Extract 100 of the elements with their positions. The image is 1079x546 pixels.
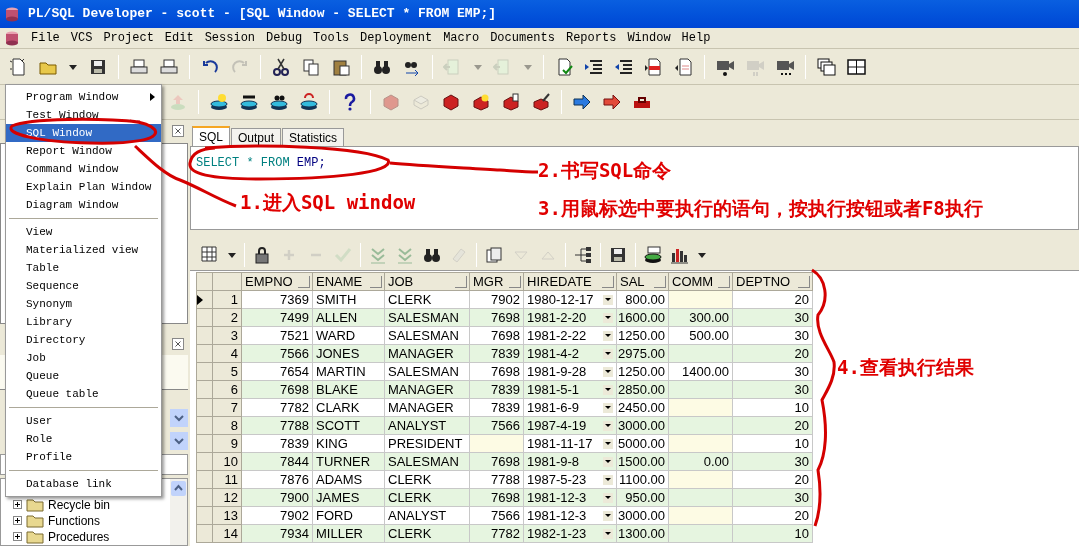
cascade-windows-icon[interactable] [816,56,836,77]
expand-icon[interactable] [13,500,22,510]
editor-tab[interactable]: Output [231,128,282,146]
database-query-icon[interactable] [643,245,663,265]
column-filter-button[interactable] [654,275,666,288]
table-cell: SALESMAN [388,327,459,344]
menu-item[interactable]: Tools [313,29,350,47]
date-dropdown-icon[interactable] [603,510,613,521]
date-dropdown-icon[interactable] [603,366,613,377]
document-icon[interactable] [644,56,664,77]
menu-item[interactable]: Session [204,29,256,47]
table-cell: KING [316,435,348,452]
execute-arrow-icon[interactable] [572,92,592,112]
menu-item[interactable]: Help [681,29,711,47]
date-dropdown-icon[interactable] [603,312,613,323]
editor-tab[interactable]: Statistics [282,128,345,146]
grid-icon[interactable] [200,245,220,265]
table-cell: 3000.00 [618,507,665,524]
menu-item[interactable]: Test Window [6,106,161,124]
menu-item[interactable]: Sequence [6,277,161,295]
table-cell: WARD [316,327,356,344]
menu-item[interactable]: Program Window [6,88,161,106]
menu-item[interactable]: Library [6,313,161,331]
table-cell: 20 [794,471,809,488]
column-filter-button[interactable] [370,275,382,288]
menu-item[interactable]: View [6,223,161,241]
menu-item[interactable]: Role [6,430,161,448]
table-cell: ADAMS [316,471,363,488]
lock-icon[interactable] [252,245,272,265]
table-cell: 300.00 [689,309,729,326]
menu-item[interactable]: Directory [6,331,161,349]
menu-item[interactable]: Window [627,29,671,47]
tile-windows-icon[interactable] [846,56,866,77]
date-dropdown-icon[interactable] [603,474,613,485]
column-filter-button[interactable] [798,275,810,288]
save-icon[interactable] [608,245,628,265]
menu-item[interactable]: Report Window [6,142,161,160]
table-cell: 1981-2-20 [527,309,587,326]
table-cell: 7876 [280,471,309,488]
menu-item[interactable]: Macro [443,29,480,47]
column-filter-button[interactable] [455,275,467,288]
menu-item[interactable]: User [6,412,161,430]
close-icon[interactable] [172,125,184,138]
scrollbar[interactable] [170,479,187,545]
tree-item[interactable]: Procedures [48,528,110,546]
date-dropdown-icon[interactable] [603,384,613,395]
date-dropdown-icon[interactable] [603,456,613,467]
database-refresh-icon[interactable] [299,92,319,112]
column-filter-button[interactable] [509,275,521,288]
new-file-icon[interactable] [8,56,28,77]
table-cell: 7698 [491,489,520,506]
tree-icon[interactable] [573,245,593,265]
copy-icon[interactable] [301,56,321,77]
menu-item[interactable]: Command Window [6,160,161,178]
menu-item[interactable]: Queue table [6,385,161,403]
table-cell: ANALYST [388,507,447,524]
date-dropdown-icon[interactable] [603,420,613,431]
expand-icon[interactable] [13,532,22,542]
menu-item[interactable]: Reports [565,29,617,47]
date-dropdown-icon[interactable] [603,528,613,539]
menu-item[interactable]: File [31,29,60,47]
column-filter-button[interactable] [718,275,730,288]
scroll-up-icon[interactable] [171,481,186,496]
menu-item[interactable]: Job [6,349,161,367]
menu-item[interactable]: VCS [70,29,93,47]
menu-item[interactable]: Materialized view [6,241,161,259]
menu-item[interactable]: Profile [6,448,161,466]
cut-icon[interactable] [271,56,291,77]
table-cell: 1600.00 [618,309,665,326]
menu-item[interactable]: Edit [164,29,194,47]
date-dropdown-icon[interactable] [603,402,613,413]
menu-item[interactable]: Project [103,29,154,47]
arrow-icon[interactable] [602,92,622,112]
tree-item[interactable]: Functions [48,512,101,530]
menu-item[interactable]: Diagram Window [6,196,161,214]
tree-item[interactable]: Recycle bin [48,496,111,514]
menu-item[interactable]: Debug [266,29,303,47]
date-dropdown-icon[interactable] [603,492,613,503]
editor-tab[interactable]: SQL [192,126,230,146]
column-filter-button[interactable] [298,275,310,288]
database-icon[interactable] [209,92,229,112]
pages-icon[interactable] [484,245,504,265]
close-icon[interactable] [172,337,184,350]
table-cell: 30 [794,381,809,398]
date-dropdown-icon[interactable] [603,438,613,449]
date-dropdown-icon[interactable] [603,348,613,359]
menu-item[interactable]: Synonym [6,295,161,313]
print-preview-icon[interactable] [159,56,179,77]
menu-item[interactable]: Database link [6,475,161,493]
column-filter-button[interactable] [602,275,614,288]
document-icon[interactable] [674,56,694,77]
expand-icon[interactable] [13,516,22,526]
menu-item[interactable]: Documents [490,29,555,47]
date-dropdown-icon[interactable] [603,330,613,341]
menu-item[interactable]: Deployment [360,29,433,47]
date-dropdown-icon[interactable] [603,294,613,305]
print-icon[interactable] [129,56,149,77]
menu-item[interactable]: Explain Plan Window [6,178,161,196]
menu-item[interactable]: Queue [6,367,161,385]
menu-item[interactable]: Table [6,259,161,277]
